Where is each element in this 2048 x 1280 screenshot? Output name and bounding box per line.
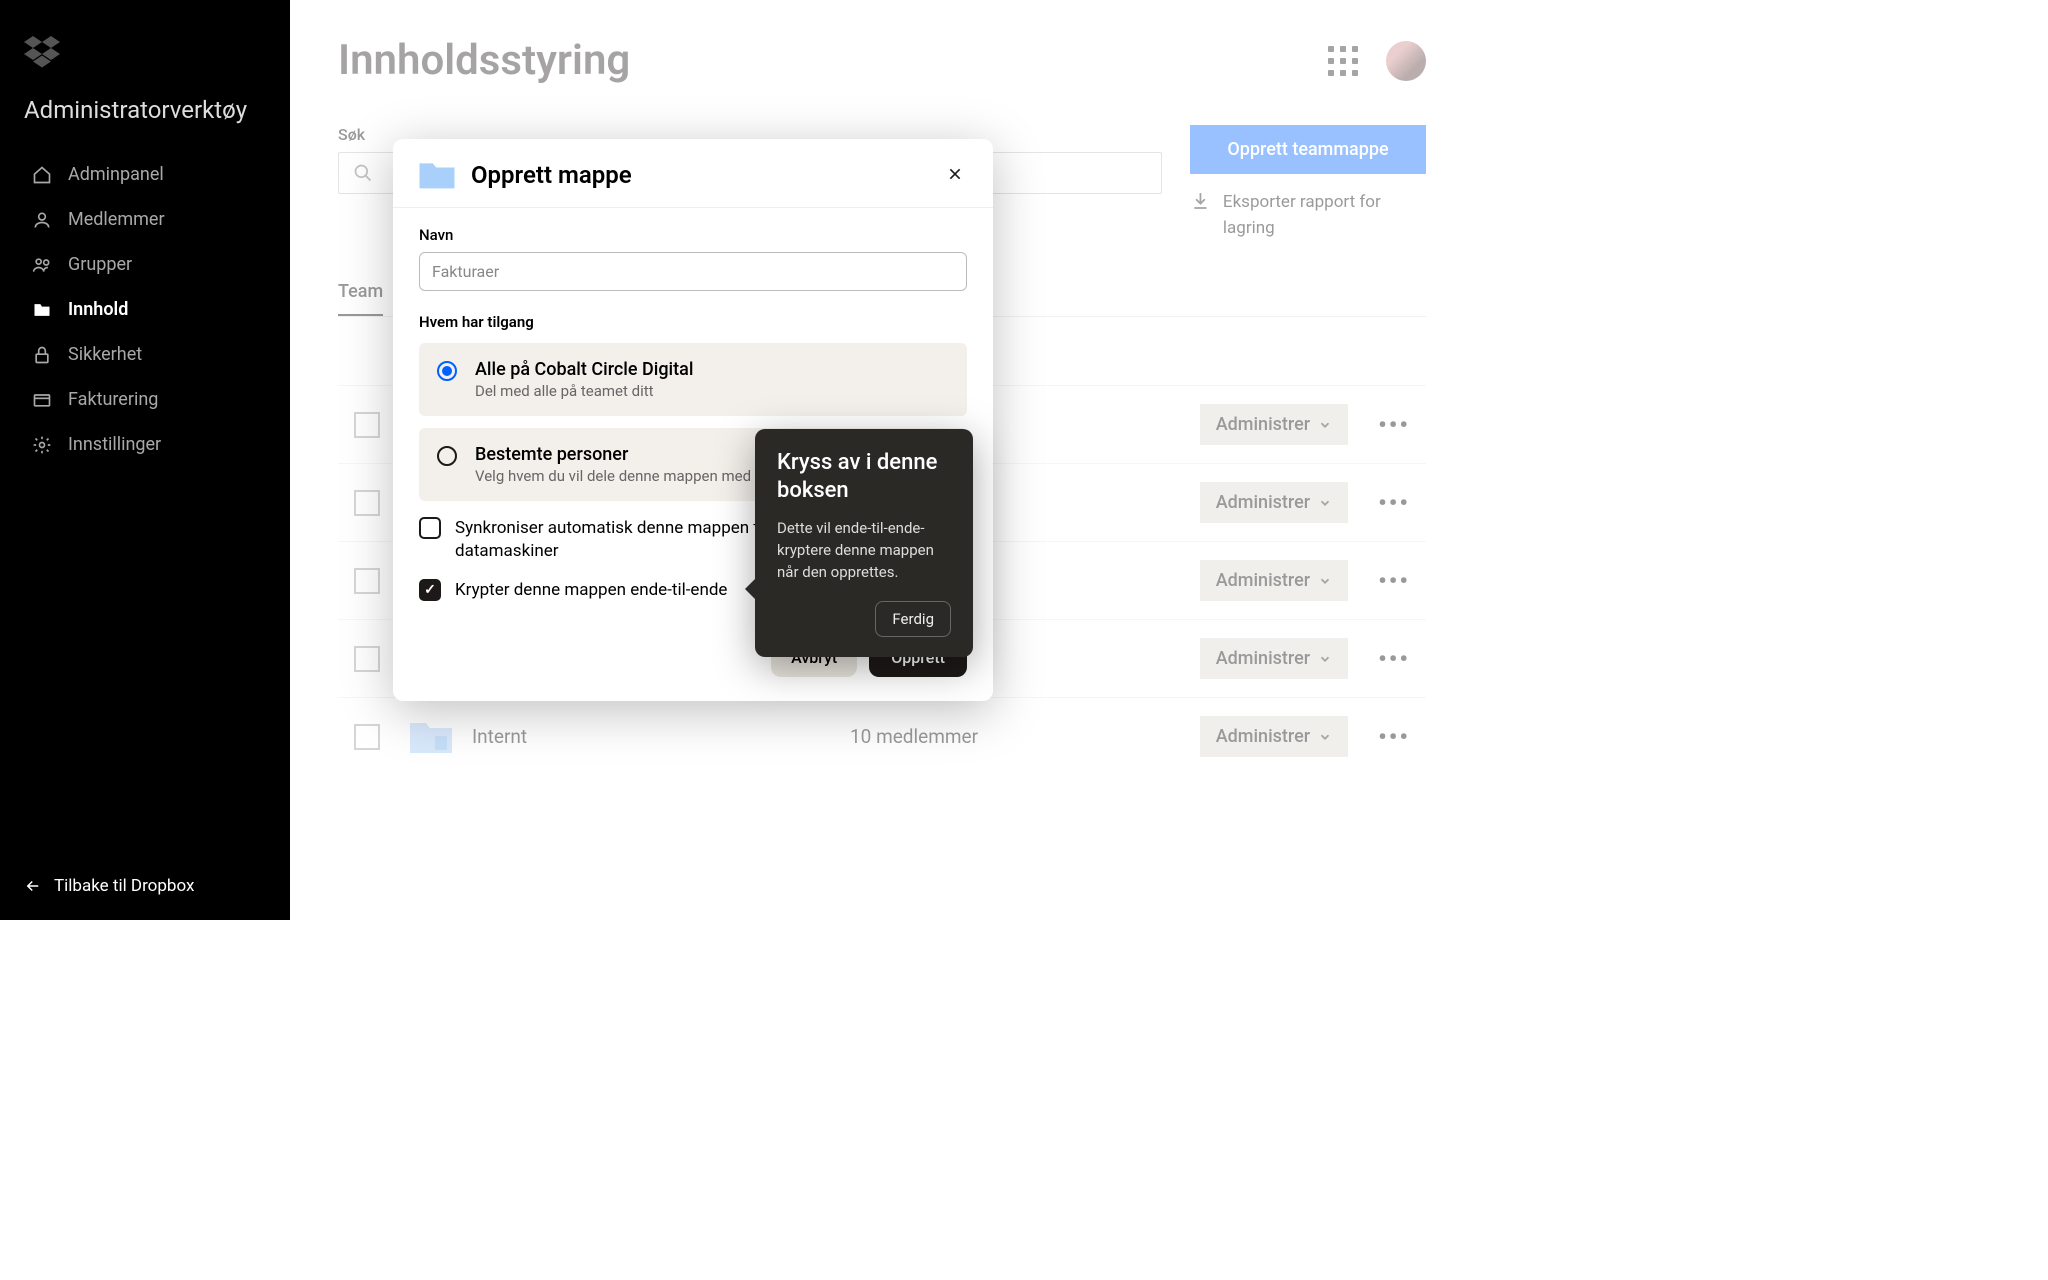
back-to-dropbox-link[interactable]: Tilbake til Dropbox [24, 876, 266, 896]
access-option-everyone[interactable]: Alle på Cobalt Circle Digital Del med al… [419, 343, 967, 416]
access-label: Hvem har tilgang [419, 313, 967, 331]
option-title: Bestemte personer [475, 444, 751, 465]
sidebar-item-adminpanel[interactable]: Adminpanel [24, 152, 266, 197]
folder-icon [32, 300, 52, 320]
sidebar-item-settings[interactable]: Innstillinger [24, 422, 266, 467]
app-root: Administratorverktøy Adminpanel Medlemme… [0, 0, 1474, 920]
sidebar-item-content[interactable]: Innhold [24, 287, 266, 332]
dropbox-logo-icon [24, 36, 266, 72]
sidebar-nav: Adminpanel Medlemmer Grupper Innhold Sik… [24, 152, 266, 876]
popover-title: Kryss av i denne boksen [777, 449, 951, 504]
card-icon [32, 390, 52, 410]
back-label: Tilbake til Dropbox [54, 876, 194, 896]
lock-icon [32, 345, 52, 365]
sidebar-item-members[interactable]: Medlemmer [24, 197, 266, 242]
sidebar-item-label: Adminpanel [68, 164, 164, 185]
sidebar-item-label: Sikkerhet [68, 344, 142, 365]
gear-icon [32, 435, 52, 455]
tool-title: Administratorverktøy [24, 96, 266, 124]
home-icon [32, 165, 52, 185]
users-icon [32, 255, 52, 275]
user-icon [32, 210, 52, 230]
name-label: Navn [419, 226, 967, 244]
arrow-left-icon [24, 877, 42, 895]
checkbox-checked-icon [419, 579, 441, 601]
radio-icon [437, 446, 457, 466]
sidebar-item-label: Fakturering [68, 389, 158, 410]
sidebar-item-security[interactable]: Sikkerhet [24, 332, 266, 377]
folder-name-input[interactable] [419, 252, 967, 291]
popover-done-button[interactable]: Ferdig [875, 601, 951, 637]
sidebar-item-label: Grupper [68, 254, 132, 275]
hint-popover: Kryss av i denne boksen Dette vil ende-t… [755, 429, 973, 657]
checkbox-icon [419, 517, 441, 539]
radio-icon [437, 361, 457, 381]
option-subtitle: Velg hvem du vil dele denne mappen med [475, 467, 751, 485]
close-button[interactable] [943, 159, 967, 191]
folder-icon [419, 160, 455, 190]
sidebar-item-label: Medlemmer [68, 209, 165, 230]
encrypt-label: Krypter denne mappen ende-til-ende [455, 579, 727, 602]
popover-body: Dette vil ende-til-ende-kryptere denne m… [777, 518, 951, 583]
sidebar: Administratorverktøy Adminpanel Medlemme… [0, 0, 290, 920]
sidebar-item-billing[interactable]: Fakturering [24, 377, 266, 422]
sidebar-item-label: Innhold [68, 299, 128, 320]
sidebar-item-label: Innstillinger [68, 434, 161, 455]
close-icon [947, 166, 963, 182]
option-subtitle: Del med alle på teamet ditt [475, 382, 693, 400]
sidebar-item-groups[interactable]: Grupper [24, 242, 266, 287]
option-title: Alle på Cobalt Circle Digital [475, 359, 693, 380]
modal-title: Opprett mappe [471, 161, 927, 189]
